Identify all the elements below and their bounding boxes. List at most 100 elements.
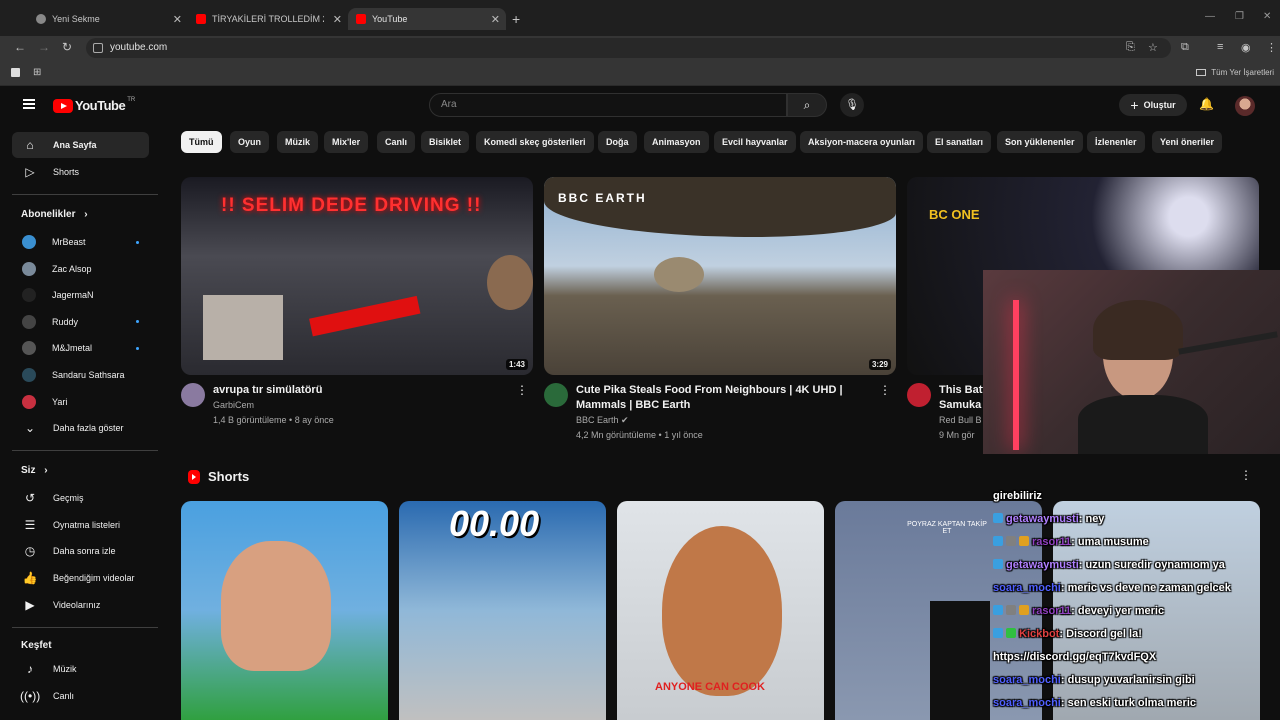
hamburger-menu-icon[interactable] bbox=[23, 99, 35, 109]
sidebar-item-subscription[interactable]: Sandaru Sathsara bbox=[12, 362, 149, 388]
account-avatar[interactable] bbox=[1235, 96, 1255, 116]
channel-avatar[interactable] bbox=[181, 383, 205, 407]
sidebar-item-label: Daha sonra izle bbox=[53, 546, 116, 556]
bookmark-star-icon[interactable]: ☆ bbox=[1148, 41, 1158, 54]
chat-message: Kickbot: Discord gel la! bbox=[993, 628, 1142, 640]
notifications-bell-icon[interactable]: 🔔 bbox=[1199, 97, 1214, 111]
channel-avatar[interactable] bbox=[544, 383, 568, 407]
youtube-logo[interactable]: YouTube TR bbox=[53, 97, 135, 113]
sidebar-item-watch-later[interactable]: ◷ Daha sonra izle bbox=[12, 538, 149, 564]
tab-search-icon[interactable] bbox=[11, 68, 20, 77]
video-card[interactable]: !! SELIM DEDE DRIVING !! 1:43 avrupa tır… bbox=[181, 177, 533, 428]
person-figure bbox=[221, 541, 331, 671]
filter-chip[interactable]: Aksiyon-macera oyunları bbox=[800, 131, 924, 153]
sidebar-item-shorts[interactable]: ▷ Shorts bbox=[12, 159, 149, 185]
chat-text: https://discord.gg/eqT7kvdFQX bbox=[993, 651, 1157, 663]
explore-heading: Keşfet bbox=[21, 640, 52, 651]
sidebar-item-your-videos[interactable]: ▶ Videolarınız bbox=[12, 592, 149, 618]
sidebar-item-subscription[interactable]: Ruddy bbox=[12, 309, 149, 335]
short-card[interactable]: 00.00 bbox=[399, 501, 606, 720]
close-icon[interactable]: ✕ bbox=[491, 13, 500, 26]
sidebar-item-playlists[interactable]: ☰ Oynatma listeleri bbox=[12, 512, 149, 538]
video-thumbnail[interactable]: BBC EARTH 3:29 bbox=[544, 177, 896, 375]
video-duration: 1:43 bbox=[505, 359, 528, 370]
create-button[interactable]: + Oluştur bbox=[1119, 94, 1187, 116]
filter-chip[interactable]: Animasyon bbox=[644, 131, 709, 153]
browser-tab[interactable]: TİRYAKİLERİ TROLLEDİM 2 ! (% ✕ bbox=[188, 8, 348, 30]
sidebar-show-more[interactable]: ⌄ Daha fazla göster bbox=[12, 415, 149, 441]
sidebar-item-subscription[interactable]: MrBeast bbox=[12, 229, 149, 255]
filter-chip[interactable]: Yeni öneriler bbox=[1152, 131, 1223, 153]
filter-chip[interactable]: El sanatları bbox=[927, 131, 992, 153]
sidebar-item-label: Beğendiğim videolar bbox=[53, 573, 135, 583]
subscriptions-heading[interactable]: Abonelikler › bbox=[21, 209, 88, 220]
filter-chip[interactable]: Evcil hayvanlar bbox=[714, 131, 796, 153]
minimize-icon[interactable]: — bbox=[1205, 11, 1215, 22]
sidebar-item-subscription[interactable]: M&Jmetal bbox=[12, 335, 149, 361]
you-heading[interactable]: Siz › bbox=[21, 465, 48, 476]
filter-chip[interactable]: Bisiklet bbox=[421, 131, 470, 153]
search-input[interactable]: Ara bbox=[429, 93, 787, 117]
install-app-icon[interactable]: ⎘ bbox=[1126, 41, 1135, 54]
filter-chip[interactable]: Komedi skeç gösterileri bbox=[476, 131, 594, 153]
new-tab-button[interactable]: + bbox=[512, 11, 520, 27]
close-icon[interactable]: ✕ bbox=[173, 13, 182, 26]
close-window-icon[interactable]: ✕ bbox=[1263, 11, 1271, 22]
filter-chip[interactable]: Son yüklenenler bbox=[997, 131, 1083, 153]
filter-chip[interactable]: Oyun bbox=[230, 131, 270, 153]
plus-icon: + bbox=[1130, 97, 1139, 113]
chat-badge-icon bbox=[993, 628, 1003, 638]
site-info-icon[interactable] bbox=[93, 43, 103, 53]
chat-username: rasor11 bbox=[1032, 536, 1072, 548]
browser-tab-active[interactable]: YouTube ✕ bbox=[348, 8, 506, 30]
sidebar-item-subscription[interactable]: Yari bbox=[12, 389, 149, 415]
all-bookmarks-folder[interactable]: Tüm Yer İşaretleri bbox=[1196, 68, 1274, 77]
voice-search-button[interactable]: 🎙 bbox=[840, 93, 864, 117]
sidebar-item-subscription[interactable]: Zac Alsop bbox=[12, 256, 149, 282]
filter-chip[interactable]: Doğa bbox=[598, 131, 637, 153]
more-options-icon[interactable]: ⋮ bbox=[879, 383, 891, 397]
media-control-icon[interactable]: ≡ bbox=[1217, 41, 1223, 53]
sidebar-item-liked-videos[interactable]: 👍 Beğendiğim videolar bbox=[12, 565, 149, 591]
channel-name-label: BBC Earth bbox=[576, 415, 619, 425]
sidebar-item-subscription[interactable]: JagermaN bbox=[12, 282, 149, 308]
short-card[interactable]: ANYONE CAN COOK bbox=[617, 501, 824, 720]
profile-icon[interactable]: ◉ bbox=[1241, 41, 1251, 54]
video-card[interactable]: BBC EARTH 3:29 Cute Pika Steals Food Fro… bbox=[544, 177, 896, 443]
short-card[interactable] bbox=[181, 501, 388, 720]
video-thumbnail[interactable]: !! SELIM DEDE DRIVING !! 1:43 bbox=[181, 177, 533, 375]
sidebar-item-live[interactable]: ((•)) Canlı bbox=[12, 683, 149, 709]
back-icon[interactable]: ← bbox=[14, 40, 26, 54]
restore-icon[interactable]: ❐ bbox=[1235, 11, 1244, 22]
sidebar-item-music[interactable]: ♪ Müzik bbox=[12, 656, 149, 682]
forward-icon[interactable]: → bbox=[38, 40, 50, 54]
chat-text: : dusup yuvarlanirsin gibi bbox=[1060, 674, 1195, 686]
channel-name[interactable]: GarbiCem bbox=[213, 398, 533, 413]
search-button[interactable]: ⌕ bbox=[787, 93, 827, 117]
channel-avatar[interactable] bbox=[907, 383, 931, 407]
reload-icon[interactable]: ↻ bbox=[62, 40, 72, 54]
browser-tab[interactable]: Yeni Sekme ✕ bbox=[28, 8, 188, 30]
video-title[interactable]: avrupa tır simülatörü bbox=[213, 383, 513, 398]
filter-chip[interactable]: Mix'ler bbox=[324, 131, 369, 153]
close-icon[interactable]: ✕ bbox=[333, 13, 342, 26]
pink-light-strip bbox=[1013, 300, 1019, 450]
channel-name[interactable]: BBC Earth ✔ bbox=[576, 413, 896, 428]
filter-chip[interactable]: İzlenenler bbox=[1087, 131, 1145, 153]
video-title[interactable]: Cute Pika Steals Food From Neighbours | … bbox=[576, 383, 876, 413]
chat-text: : ney bbox=[1078, 513, 1105, 525]
sidebar-item-history[interactable]: ↺ Geçmiş bbox=[12, 485, 149, 511]
sidebar-item-label: M&Jmetal bbox=[52, 343, 93, 354]
thumbnail-inset bbox=[203, 295, 283, 360]
extensions-icon[interactable]: ⧉ bbox=[1181, 41, 1189, 54]
url-bar[interactable]: youtube.com bbox=[86, 38, 1171, 58]
filter-chip[interactable]: Canlı bbox=[377, 131, 416, 153]
more-options-icon[interactable]: ⋮ bbox=[1240, 468, 1252, 482]
filter-chip[interactable]: Tümü bbox=[181, 131, 222, 153]
menu-kebab-icon[interactable]: ⋮ bbox=[1266, 41, 1277, 54]
logo-wordmark: YouTube bbox=[75, 98, 126, 113]
sidebar-item-home[interactable]: ⌂ Ana Sayfa bbox=[12, 132, 149, 158]
apps-grid-icon[interactable]: ⊞ bbox=[33, 67, 41, 78]
filter-chip[interactable]: Müzik bbox=[277, 131, 319, 153]
more-options-icon[interactable]: ⋮ bbox=[516, 383, 528, 397]
